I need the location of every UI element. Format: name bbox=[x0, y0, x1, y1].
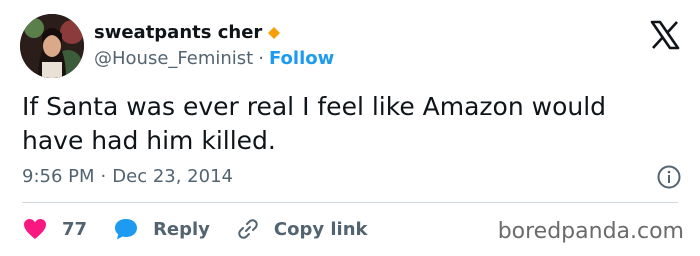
heart-icon bbox=[24, 219, 46, 239]
watermark: boredpanda.com bbox=[497, 219, 684, 244]
avatar[interactable] bbox=[20, 14, 84, 78]
divider bbox=[22, 202, 678, 203]
separator-dot: · bbox=[100, 166, 107, 187]
reply-bubble-icon bbox=[115, 219, 138, 240]
follow-button[interactable]: Follow bbox=[269, 48, 334, 69]
tweet-text: If Santa was ever real I feel like Amazo… bbox=[22, 92, 607, 155]
copy-link-button[interactable]: Copy link bbox=[236, 217, 368, 241]
x-logo-icon[interactable] bbox=[650, 20, 680, 50]
like-button[interactable]: 77 bbox=[22, 217, 87, 241]
reply-button[interactable]: Reply bbox=[113, 217, 210, 241]
link-icon bbox=[238, 219, 258, 239]
copy-link-label: Copy link bbox=[273, 218, 368, 240]
tweet-date[interactable]: Dec 23, 2014 bbox=[112, 166, 233, 187]
avatar-image bbox=[20, 14, 84, 78]
like-count: 77 bbox=[62, 218, 88, 240]
author-handle[interactable]: @House_Feminist bbox=[94, 48, 253, 69]
verified-badge-icon bbox=[268, 26, 281, 39]
tweet-time[interactable]: 9:56 PM bbox=[22, 166, 95, 187]
author-name[interactable]: sweatpants cher bbox=[94, 22, 262, 43]
separator-dot: · bbox=[258, 48, 264, 69]
reply-label: Reply bbox=[153, 218, 210, 240]
info-icon[interactable] bbox=[656, 164, 682, 190]
